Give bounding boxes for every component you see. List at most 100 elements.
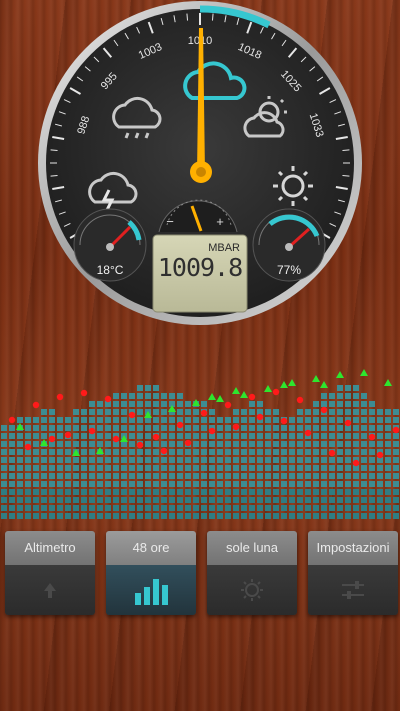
graph-cell	[385, 513, 391, 519]
graph-cell	[377, 481, 383, 487]
graph-cell	[337, 505, 343, 511]
graph-cell	[257, 497, 263, 503]
graph-cell	[17, 433, 23, 439]
graph-cell	[241, 425, 247, 431]
graph-cell	[281, 489, 287, 495]
graph-cell	[113, 481, 119, 487]
graph-cell	[241, 457, 247, 463]
graph-cell	[25, 457, 31, 463]
graph-cell	[265, 417, 271, 423]
graph-cell	[161, 425, 167, 431]
graph-cell	[97, 409, 103, 415]
graph-cell	[89, 449, 95, 455]
graph-cell	[385, 465, 391, 471]
graph-marker-down	[272, 388, 280, 396]
pressure-value: 1009.8	[158, 253, 242, 282]
graph-cell	[33, 505, 39, 511]
graph-cell	[153, 409, 159, 415]
graph-cell	[193, 441, 199, 447]
graph-cell	[313, 457, 319, 463]
graph-cell	[113, 401, 119, 407]
graph-cell	[297, 497, 303, 503]
graph-cell	[225, 489, 231, 495]
graph-cell	[161, 481, 167, 487]
gauge-tick	[50, 149, 58, 152]
graph-cell	[177, 457, 183, 463]
graph-cell	[289, 481, 295, 487]
graph-cell	[393, 441, 399, 447]
graph-cell	[345, 441, 351, 447]
tab-48-ore[interactable]: 48 ore	[106, 531, 196, 615]
tab-sole-luna[interactable]: sole luna	[207, 531, 297, 615]
graph-cell	[185, 513, 191, 519]
graph-cell	[273, 417, 279, 423]
graph-cell	[305, 417, 311, 423]
graph-cell	[305, 449, 311, 455]
graph-cell	[249, 409, 255, 415]
graph-cell	[233, 489, 239, 495]
graph-cell	[233, 481, 239, 487]
graph-cell	[97, 425, 103, 431]
graph-cell	[121, 417, 127, 423]
graph-cell	[153, 425, 159, 431]
graph-cell	[105, 425, 111, 431]
graph-cell	[233, 417, 239, 423]
graph-cell	[217, 425, 223, 431]
tab-altimetro-label: Altimetro	[5, 531, 95, 565]
graph-cell	[265, 481, 271, 487]
graph-cell	[313, 505, 319, 511]
graph-cell	[225, 497, 231, 503]
graph-cell	[145, 513, 151, 519]
graph-cell	[313, 465, 319, 471]
graph-cell	[209, 497, 215, 503]
graph-cell	[345, 497, 351, 503]
graph-cell	[129, 481, 135, 487]
graph-cell	[281, 481, 287, 487]
graph-cell	[113, 393, 119, 399]
graph-cell	[369, 489, 375, 495]
graph-cell	[17, 489, 23, 495]
graph-cell	[377, 433, 383, 439]
graph-cell	[73, 481, 79, 487]
graph-cell	[49, 473, 55, 479]
graph-cell	[377, 497, 383, 503]
graph-cell	[41, 489, 47, 495]
graph-cell	[361, 433, 367, 439]
graph-cell	[385, 449, 391, 455]
graph-cell	[33, 481, 39, 487]
graph-cell	[313, 441, 319, 447]
graph-marker-down	[280, 417, 288, 425]
graph-cell	[377, 425, 383, 431]
graph-cell	[281, 473, 287, 479]
graph-cell	[161, 457, 167, 463]
graph-marker-up	[240, 391, 248, 398]
graph-cell	[273, 425, 279, 431]
graph-cell	[329, 417, 335, 423]
graph-cell	[89, 473, 95, 479]
tab-altimetro[interactable]: Altimetro	[5, 531, 95, 615]
graph-cell	[153, 449, 159, 455]
graph-cell	[49, 449, 55, 455]
graph-cell	[145, 425, 151, 431]
graph-cell	[1, 465, 7, 471]
graph-marker-down	[200, 409, 208, 417]
graph-cell	[345, 385, 351, 391]
graph-cell	[145, 401, 151, 407]
graph-cell	[145, 489, 151, 495]
graph-cell	[265, 513, 271, 519]
graph-cell	[161, 401, 167, 407]
graph-cell	[185, 497, 191, 503]
graph-cell	[345, 489, 351, 495]
graph-cell	[121, 497, 127, 503]
tab-impostazioni[interactable]: Impostazioni	[308, 531, 398, 615]
graph-cell	[169, 425, 175, 431]
lcd-display: MBAR 1009.8	[152, 234, 248, 313]
graph-cell	[169, 449, 175, 455]
graph-cell	[161, 441, 167, 447]
graph-cell	[89, 481, 95, 487]
graph-cell	[273, 481, 279, 487]
graph-cell	[249, 441, 255, 447]
graph-marker-down	[112, 435, 120, 443]
graph-cell	[393, 457, 399, 463]
graph-cell	[193, 489, 199, 495]
